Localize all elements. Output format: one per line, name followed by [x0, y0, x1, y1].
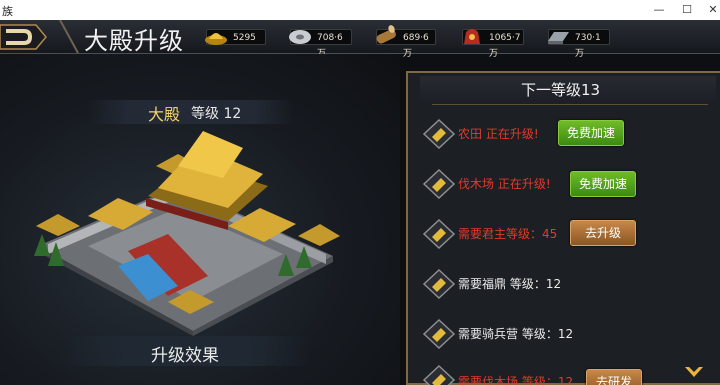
requirement-text: 需要骑兵营 等级：12: [458, 327, 574, 341]
iron-ingot-icon: [548, 32, 569, 44]
requirement-row: 农田 正在升级! 免费加速: [412, 114, 712, 154]
gold-ingot-icon: [205, 33, 227, 45]
building-requirement-icon: [422, 318, 456, 350]
requirement-row: 伐木场 正在升级! 免费加速: [412, 164, 712, 204]
page-title: 大殿升级: [84, 27, 184, 55]
resource-value: 1065·7万: [489, 33, 521, 59]
free-speedup-button[interactable]: 免费加速: [558, 120, 624, 146]
requirement-row: 需要福鼎 等级：12: [412, 264, 712, 304]
resource-iron: 730·1万: [548, 29, 610, 59]
requirement-text: 需要君主等级：45: [458, 227, 558, 241]
next-level-title: 下一等级13: [521, 81, 601, 99]
header-divider: [59, 20, 79, 53]
requirement-text: 农田 正在升级!: [458, 127, 539, 141]
resource-value: 730·1万: [575, 33, 601, 59]
requirement-row: 需要骑兵营 等级：12: [412, 314, 712, 354]
maximize-button[interactable]: ☐: [674, 1, 700, 19]
building-requirement-icon: [422, 364, 456, 385]
resource-grain: 1065·7万: [462, 29, 524, 59]
go-upgrade-button[interactable]: 去升级: [570, 220, 636, 246]
window-title: 族: [2, 5, 13, 18]
requirement-text: 需要福鼎 等级：12: [458, 277, 562, 291]
upgrade-effect-label[interactable]: 升级效果: [151, 341, 219, 366]
resource-value: 689·6万: [403, 33, 429, 59]
palace-illustration[interactable]: [28, 126, 340, 336]
close-button[interactable]: ✕: [700, 1, 720, 19]
lord-level-icon: [422, 218, 456, 250]
building-name: 大殿: [148, 105, 181, 124]
back-button[interactable]: [0, 23, 48, 51]
building-requirement-icon: [422, 268, 456, 300]
building-level: 等级 12: [191, 106, 242, 122]
resource-gold: 5295: [205, 29, 266, 45]
silver-coin-icon: [289, 30, 311, 44]
resource-timber: 689·6万: [376, 25, 436, 59]
requirement-text: 需要伐木场 等级：12: [458, 375, 574, 385]
requirement-row: 需要伐木场 等级：12 去研发: [412, 360, 712, 385]
requirement-text: 伐木场 正在升级!: [458, 177, 551, 191]
resource-value: 5295: [233, 33, 256, 43]
go-research-button[interactable]: 去研发: [586, 369, 642, 385]
build-hammer-icon: [422, 118, 456, 150]
build-hammer-icon: [422, 168, 456, 200]
requirement-row: 需要君主等级：45 去升级: [412, 214, 712, 254]
scroll-down-arrow-icon[interactable]: [684, 365, 704, 379]
minimize-button[interactable]: —: [646, 1, 672, 19]
resource-silver: 708·6万: [289, 29, 352, 59]
grain-sack-icon: [464, 29, 480, 44]
panel-divider: [432, 104, 708, 105]
timber-icon: [376, 25, 396, 44]
free-speedup-button[interactable]: 免费加速: [570, 171, 636, 197]
window-titlebar: 族 — ☐ ✕: [0, 0, 720, 20]
header-bar: 大殿升级 5295 708·6万 689·6万 1065·7万 730·1万: [0, 20, 720, 59]
